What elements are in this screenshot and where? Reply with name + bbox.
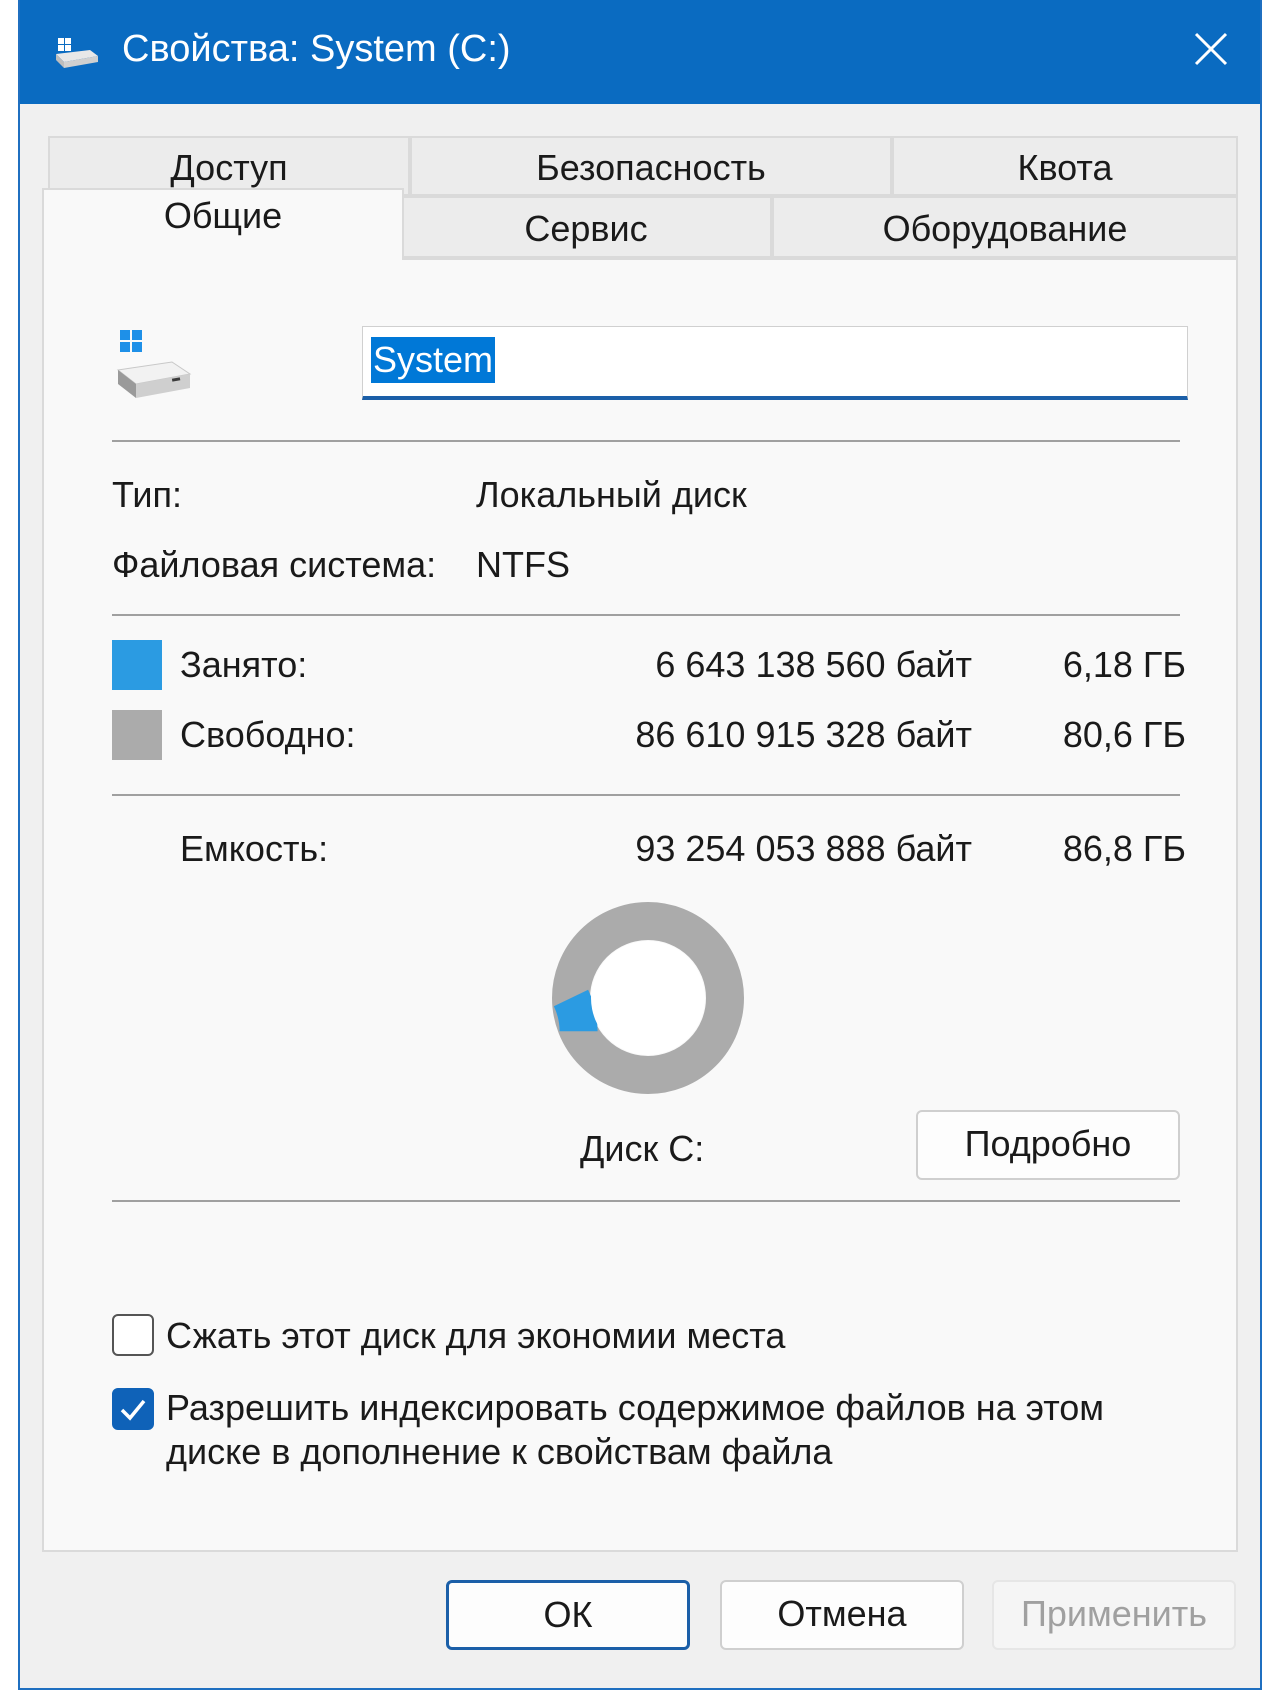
- filesystem-label: Файловая система:: [112, 544, 437, 585]
- type-label: Тип:: [112, 474, 183, 515]
- capacity-label: Емкость:: [180, 828, 329, 869]
- capacity-size: 86,8 ГБ: [1062, 828, 1186, 869]
- drive-icon: [56, 38, 98, 68]
- general-tab-panel: System Тип: Локальный диск Файловая сист…: [42, 258, 1238, 1552]
- cancel-button[interactable]: Отмена: [720, 1580, 964, 1650]
- drive-name-input[interactable]: System: [362, 326, 1188, 400]
- filesystem-value: NTFS: [476, 544, 570, 585]
- separator: [112, 440, 1180, 442]
- title-bar[interactable]: Свойства: System (C:): [20, 0, 1260, 104]
- details-button[interactable]: Подробно: [916, 1110, 1180, 1180]
- apply-button[interactable]: Применить: [992, 1580, 1236, 1650]
- used-space-arc: [553, 989, 598, 1033]
- type-value: Локальный диск: [476, 474, 747, 515]
- close-icon[interactable]: [1180, 22, 1240, 82]
- drive-icon: [116, 330, 192, 398]
- tab-general[interactable]: Общие: [42, 188, 404, 260]
- free-space-swatch: [112, 710, 162, 760]
- separator: [112, 1200, 1180, 1202]
- free-size: 80,6 ГБ: [1062, 714, 1186, 755]
- free-bytes: 86 610 915 328 байт: [635, 714, 972, 755]
- compress-drive-checkbox[interactable]: [112, 1314, 154, 1356]
- used-size: 6,18 ГБ: [1062, 644, 1186, 685]
- allow-indexing-checkbox[interactable]: [112, 1388, 154, 1430]
- separator: [112, 794, 1180, 796]
- tab-security[interactable]: Безопасность: [410, 136, 892, 196]
- window-title: Свойства: System (C:): [122, 28, 511, 70]
- tab-tools[interactable]: Сервис: [400, 196, 772, 258]
- used-label: Занято:: [180, 644, 308, 685]
- properties-dialog: Свойства: System (C:) Доступ Безопасност…: [18, 0, 1262, 1690]
- tab-quota[interactable]: Квота: [892, 136, 1238, 196]
- tab-access[interactable]: Доступ: [48, 136, 410, 196]
- allow-indexing-label-line2[interactable]: диске в дополнение к свойствам файла: [166, 1430, 832, 1474]
- ok-button[interactable]: ОК: [446, 1580, 690, 1650]
- disk-label: Диск C:: [580, 1128, 705, 1169]
- checkmark-icon: [120, 1399, 146, 1421]
- compress-drive-label[interactable]: Сжать этот диск для экономии места: [166, 1314, 785, 1358]
- drive-name-value: System: [371, 337, 496, 383]
- disk-usage-donut-chart: [552, 902, 744, 1094]
- tab-hardware[interactable]: Оборудование: [772, 196, 1238, 258]
- capacity-bytes: 93 254 053 888 байт: [635, 828, 972, 869]
- used-bytes: 6 643 138 560 байт: [655, 644, 972, 685]
- allow-indexing-label-line1[interactable]: Разрешить индексировать содержимое файло…: [166, 1386, 1104, 1430]
- separator: [112, 614, 1180, 616]
- free-label: Свободно:: [180, 714, 356, 755]
- used-space-swatch: [112, 640, 162, 690]
